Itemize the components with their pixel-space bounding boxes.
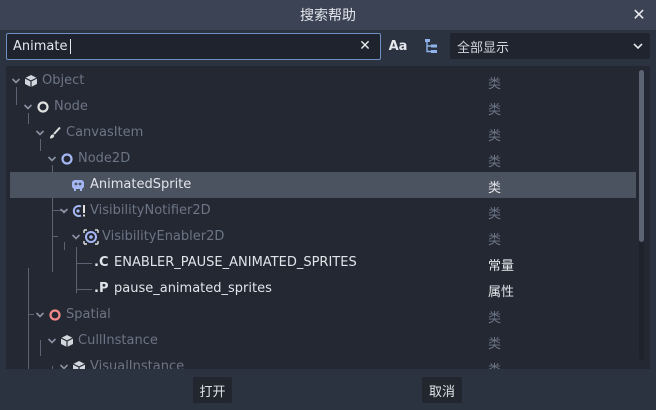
tree-row-node[interactable]: Node 类 bbox=[6, 94, 634, 120]
filter-selected-label: 全部显示 bbox=[457, 40, 510, 56]
tree-row-type: 属性 bbox=[488, 285, 515, 300]
search-field[interactable]: ✕ bbox=[6, 33, 381, 60]
case-sensitive-icon[interactable]: Aa bbox=[386, 34, 410, 58]
tree-row-visibilityenabler2d[interactable]: VisibilityEnabler2D 类 bbox=[6, 224, 634, 250]
spatial-icon bbox=[47, 307, 63, 323]
cube-icon bbox=[23, 73, 39, 89]
tree-row-type: 类 bbox=[488, 181, 502, 196]
constant-prefix-icon: .C bbox=[94, 255, 109, 270]
brush-icon bbox=[47, 125, 63, 141]
tree-row-node2d[interactable]: Node2D 类 bbox=[6, 146, 634, 172]
tree-row-type: 类 bbox=[488, 359, 501, 369]
chevron-down-icon[interactable] bbox=[47, 336, 57, 346]
tree-row-type: 类 bbox=[488, 207, 502, 222]
chevron-down-icon[interactable] bbox=[59, 362, 69, 369]
tree-row-type: 常量 bbox=[488, 259, 515, 274]
tree-row-type: 类 bbox=[488, 77, 502, 92]
animated-sprite-icon bbox=[70, 177, 86, 193]
open-button[interactable]: 打开 bbox=[193, 377, 232, 403]
chevron-down-icon[interactable] bbox=[35, 310, 45, 320]
cube-icon bbox=[71, 359, 87, 369]
tree-row-label: VisualInstance bbox=[90, 359, 185, 369]
tree-row-type: 类 bbox=[488, 155, 502, 170]
filter-dropdown[interactable]: 全部显示 bbox=[450, 33, 650, 59]
tree-row-label: ENABLER_PAUSE_ANIMATED_SPRITES bbox=[114, 255, 357, 270]
vertical-scrollbar[interactable] bbox=[639, 70, 644, 360]
visibility-notifier-icon bbox=[71, 203, 87, 219]
tree-row-type: 类 bbox=[488, 129, 502, 144]
tree-row-label: Node2D bbox=[78, 151, 131, 166]
chevron-down-icon[interactable] bbox=[47, 154, 57, 164]
hierarchy-icon[interactable] bbox=[419, 34, 443, 58]
tree-row-label: VisibilityNotifier2D bbox=[90, 203, 211, 218]
tree-row-property[interactable]: .P pause_animated_sprites 属性 bbox=[6, 276, 634, 302]
tree-row-spatial[interactable]: Spatial 类 bbox=[6, 302, 634, 328]
tree-row-visibilitynotifier2d[interactable]: VisibilityNotifier2D 类 bbox=[6, 198, 634, 224]
tree-row-animatedsprite[interactable]: AnimatedSprite 类 bbox=[10, 172, 636, 198]
tree-row-label: AnimatedSprite bbox=[90, 177, 192, 192]
tree-row-label: VisibilityEnabler2D bbox=[102, 229, 225, 244]
node2d-icon bbox=[59, 151, 75, 167]
tree-row-visualinstance[interactable]: VisualInstance 类 bbox=[6, 354, 634, 369]
close-icon[interactable]: ✕ bbox=[630, 5, 648, 24]
node-icon bbox=[35, 99, 51, 115]
chevron-down-icon[interactable] bbox=[59, 206, 69, 216]
chevron-down-icon bbox=[633, 43, 643, 50]
chevron-down-icon[interactable] bbox=[11, 76, 21, 86]
title-bar: 搜索帮助 ✕ bbox=[0, 0, 656, 30]
tree-row-label: Node bbox=[54, 99, 88, 114]
tree-row-type: 类 bbox=[488, 233, 502, 248]
search-input[interactable] bbox=[7, 34, 347, 59]
chevron-down-icon[interactable] bbox=[35, 128, 45, 138]
tree-row-type: 类 bbox=[488, 337, 502, 352]
tree-row-cullinstance[interactable]: CullInstance 类 bbox=[6, 328, 634, 354]
tree-row-label: CullInstance bbox=[78, 333, 158, 348]
visibility-enabler-icon bbox=[83, 229, 99, 245]
clear-search-icon[interactable]: ✕ bbox=[356, 37, 374, 55]
tree-row-label: pause_animated_sprites bbox=[114, 281, 272, 296]
tree-row-object[interactable]: Object 类 bbox=[6, 68, 634, 94]
tree-row-type: 类 bbox=[488, 103, 502, 118]
tree-row-label: Object bbox=[42, 73, 85, 88]
tree-row-label: Spatial bbox=[66, 307, 111, 322]
text-caret bbox=[70, 39, 71, 54]
scrollbar-thumb[interactable] bbox=[639, 70, 644, 242]
chevron-down-icon[interactable] bbox=[71, 232, 81, 242]
search-toolbar: ✕ Aa 全部显示 bbox=[6, 33, 650, 60]
cancel-button[interactable]: 取消 bbox=[422, 377, 462, 403]
property-prefix-icon: .P bbox=[94, 281, 109, 296]
tree-row-constant[interactable]: .C ENABLER_PAUSE_ANIMATED_SPRITES 常量 bbox=[6, 250, 634, 276]
tree-row-type: 类 bbox=[488, 311, 502, 326]
tree-row-label: CanvasItem bbox=[66, 125, 144, 140]
results-tree[interactable]: Object 类 Node 类 CanvasItem 类 Node2D 类 An… bbox=[6, 66, 650, 369]
tree-row-canvasitem[interactable]: CanvasItem 类 bbox=[6, 120, 634, 146]
chevron-down-icon[interactable] bbox=[23, 102, 33, 112]
dialog-title: 搜索帮助 bbox=[300, 8, 356, 24]
cube-icon bbox=[59, 333, 75, 349]
